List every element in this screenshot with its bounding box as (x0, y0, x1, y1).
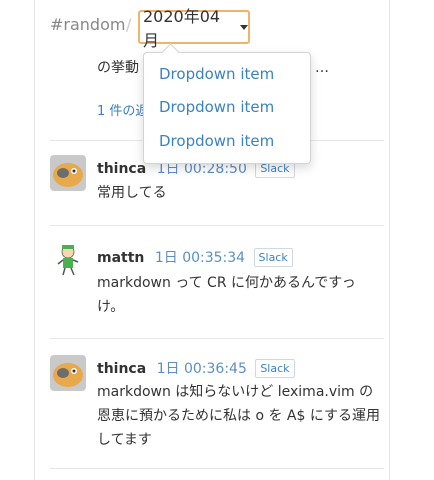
message-divider (50, 468, 384, 469)
breadcrumb: #random / (50, 15, 131, 34)
username[interactable]: thinca (97, 161, 146, 177)
message-text: markdown って CR に何かあるんですっけ。 (97, 275, 356, 315)
mattn-avatar[interactable] (50, 242, 86, 278)
month-label: 2020年04月 (143, 7, 221, 50)
month-dropdown-button[interactable]: 2020年04月 (138, 7, 250, 50)
source-badge: Slack (253, 248, 293, 267)
dropdown-item[interactable]: Dropdown item (159, 98, 274, 116)
channel-link[interactable]: #random (50, 15, 125, 34)
thinca-avatar[interactable] (50, 355, 86, 391)
message-text: markdown は知らないけど lexima.vim の恩恵に預かるために私は… (97, 384, 380, 448)
message-divider (50, 338, 384, 339)
month-dropdown-menu: Dropdown item Dropdown item Dropdown ite… (143, 43, 311, 164)
source-badge: Slack (255, 359, 295, 378)
dropdown-item[interactable]: Dropdown item (159, 65, 274, 83)
caret-down-icon (240, 24, 248, 30)
username[interactable]: mattn (97, 250, 144, 266)
message-divider (50, 225, 384, 226)
message-text: 常用してる (97, 185, 167, 201)
thinca-avatar[interactable] (50, 155, 86, 191)
timestamp[interactable]: 1日 00:36:45 (157, 361, 247, 377)
breadcrumb-separator: / (126, 15, 132, 34)
thread-replies-link[interactable]: 1 件の返 (97, 100, 148, 119)
message-header: mattn 1日 00:35:34 Slack (97, 247, 293, 267)
message-header: thinca 1日 00:36:45 Slack (97, 358, 295, 378)
dropdown-item[interactable]: Dropdown item (159, 132, 274, 150)
timestamp[interactable]: 1日 00:35:34 (155, 250, 245, 266)
username[interactable]: thinca (97, 361, 146, 377)
